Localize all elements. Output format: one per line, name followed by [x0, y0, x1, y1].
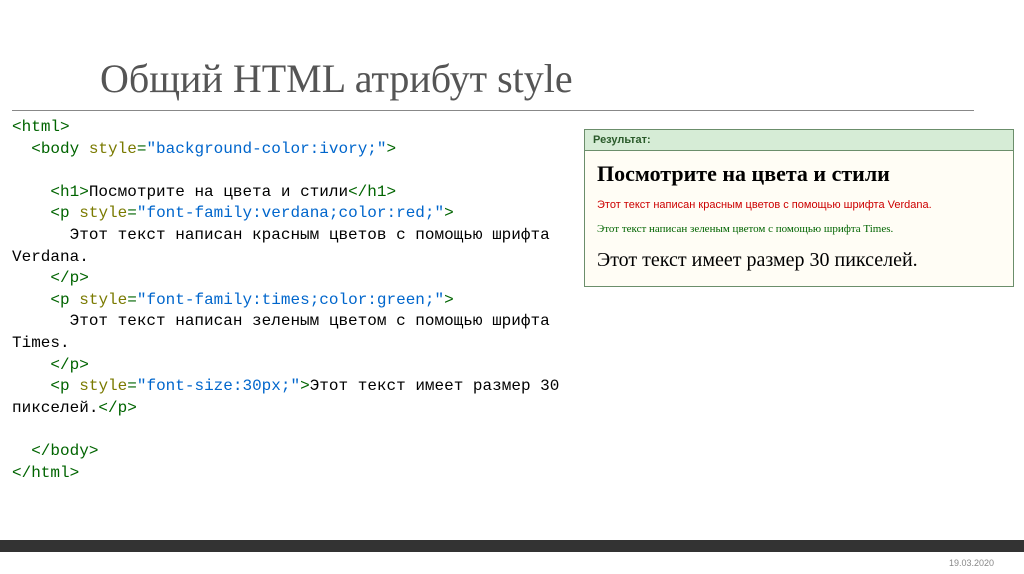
code: h1 [60, 183, 79, 201]
code: p [60, 204, 70, 222]
code: > [70, 464, 80, 482]
code [70, 204, 80, 222]
code: > [300, 377, 310, 395]
code: </ [12, 356, 70, 374]
code: p [60, 291, 70, 309]
code-block: <html> <body style="background-color:ivo… [12, 117, 560, 484]
code: html [31, 464, 69, 482]
code: Этот текст написан зеленым цветом с помо… [12, 312, 559, 352]
code: = [137, 140, 147, 158]
slide-title: Общий HTML атрибут style [0, 0, 1024, 102]
result-panel: Результат: Посмотрите на цвета и стили Э… [584, 129, 1014, 287]
code: > [444, 204, 454, 222]
code: "font-family:times;color:green;" [137, 291, 444, 309]
result-header: Результат: [585, 130, 1013, 151]
code: body [41, 140, 79, 158]
code: p [60, 377, 70, 395]
slide: Общий HTML атрибут style <html> <body st… [0, 0, 1024, 574]
code: "font-family:verdana;color:red;" [137, 204, 444, 222]
code: = [127, 204, 137, 222]
code: > [387, 140, 397, 158]
code: > [60, 118, 70, 136]
divider [12, 110, 974, 111]
code: < [12, 140, 41, 158]
code: html [22, 118, 60, 136]
code: style [79, 291, 127, 309]
code [79, 140, 89, 158]
code: p [70, 269, 80, 287]
code: p [70, 356, 80, 374]
code: > [386, 183, 396, 201]
code: < [12, 183, 60, 201]
code: "background-color:ivory;" [146, 140, 386, 158]
code: < [12, 118, 22, 136]
code: > [89, 442, 99, 460]
code: </ [12, 269, 70, 287]
code: </ [12, 464, 31, 482]
code: > [79, 269, 89, 287]
code: > [79, 356, 89, 374]
result-paragraph-green: Этот текст написан зеленым цветом с помо… [597, 223, 1001, 235]
code: = [127, 291, 137, 309]
code: body [50, 442, 88, 460]
code: </ [348, 183, 367, 201]
code: style [79, 204, 127, 222]
code: < [12, 291, 60, 309]
code: < [12, 204, 60, 222]
code: </ [98, 399, 117, 417]
code: Этот текст написан красным цветов с помо… [12, 226, 559, 266]
content-row: <html> <body style="background-color:ivo… [0, 117, 1024, 484]
code: < [12, 377, 60, 395]
code: </ [12, 442, 50, 460]
code: > [79, 183, 89, 201]
code: = [127, 377, 137, 395]
code: > [444, 291, 454, 309]
code: Посмотрите на цвета и стили [89, 183, 348, 201]
result-paragraph-red: Этот текст написан красным цветов с помо… [597, 199, 1001, 211]
code: "font-size:30px;" [137, 377, 300, 395]
result-paragraph-large: Этот текст имеет размер 30 пикселей. [597, 249, 1001, 272]
result-heading: Посмотрите на цвета и стили [597, 161, 1001, 187]
code: style [89, 140, 137, 158]
code: h1 [367, 183, 386, 201]
code: > [127, 399, 137, 417]
code [70, 291, 80, 309]
code: p [118, 399, 128, 417]
code: style [79, 377, 127, 395]
slide-date: 19.03.2020 [949, 558, 994, 568]
code [70, 377, 80, 395]
result-body: Посмотрите на цвета и стили Этот текст н… [585, 151, 1013, 286]
footer-bar [0, 540, 1024, 552]
